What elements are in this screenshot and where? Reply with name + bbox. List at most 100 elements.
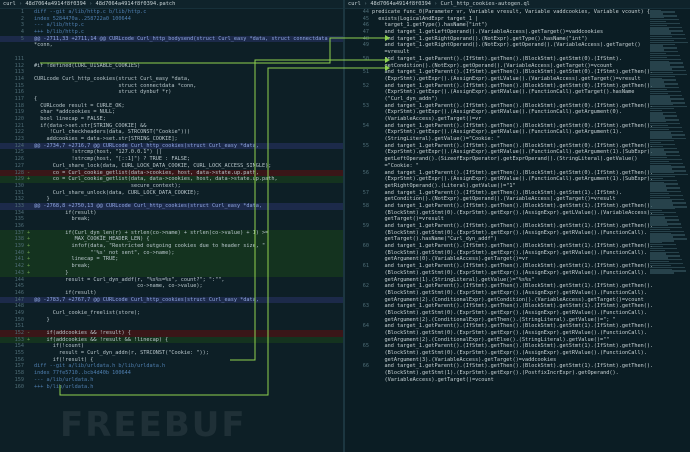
left-code-line[interactable] [0,49,343,56]
right-code-line[interactable]: 66 and target_1.getParent().(IfStmt).get… [345,363,690,370]
left-code-line[interactable]: 112 #if !defined(CURL_DISABLE_COOKIES) [0,63,343,70]
left-code-line[interactable]: 154 if(!count) [0,343,343,350]
right-code-line[interactable]: 60 and target_1.getParent().(IfStmt).get… [345,243,690,250]
left-code-line[interactable]: 139 + infof(data, "Restricted outgoing co… [0,243,343,250]
left-code-line[interactable]: 130 secure_context); [0,183,343,190]
right-code-line[interactable]: 51 and target_1.getParent().(IfStmt).get… [345,69,690,76]
left-code-line[interactable]: 115 struct connectdata *conn, [0,83,343,90]
right-code-line[interactable]: getRightOperand().(Literal).getValue()="… [345,183,690,190]
left-code-line[interactable]: 141 + linecap = TRUE; [0,256,343,264]
right-code-line[interactable]: 62 and target_1.getParent().(IfStmt).get… [345,283,690,290]
left-code-line[interactable]: 156 if(!result) { [0,357,343,364]
right-code-line[interactable]: 61 and target_1.getParent().(IfStmt).get… [345,263,690,270]
left-code-area[interactable]: 1 diff --git a/lib/http.c b/lib/http.c 2 in… [0,9,343,452]
right-code-line[interactable]: 65 and target_1.getParent().(IfStmt).get… [345,343,690,350]
right-code-line[interactable]: (BlockStmt).getStmt(0).(ExprStmt).getExp… [345,310,690,317]
right-code-line[interactable]: (BlockStmt).getStmt(0).(ExprStmt).getExp… [345,210,690,217]
left-code-line[interactable]: 134 if(result) [0,210,343,217]
left-code-line[interactable]: 155 result = Curl_dyn_addn(r, STRCONST("… [0,350,343,357]
right-code-line[interactable]: getTarget()=vresult [345,216,690,223]
right-code-line[interactable]: =vresult [345,49,690,56]
minimap[interactable] [650,9,688,452]
breadcrumb-item-0[interactable]: curl [3,1,16,7]
left-code-line[interactable]: 116 struct dynbuf *r) [0,89,343,96]
right-code-line[interactable]: 55 and target_1.getParent().(IfStmt).get… [345,143,690,150]
right-code-line[interactable]: (ExprStmt).getExpr().(AssignExpr).getRVa… [345,129,690,136]
left-code-line[interactable]: 153 + if(addcookies && !result && !lineca… [0,336,343,344]
left-code-line[interactable]: 138 + MAX_COOKIE_HEADER_LEN) { [0,236,343,244]
left-code-line[interactable]: 2 index 5284470a..258722a0 100644 [0,16,343,23]
right-code-line[interactable]: 44 predicate func_0(Parameter vr, Variabl… [345,9,690,16]
right-code-line[interactable]: 46 target_1.getType().hasName("int") [345,22,690,29]
left-code-line[interactable]: 132 } [0,196,343,203]
right-code-line[interactable]: getArgument(2).(ConditionalExpr).getThen… [345,317,690,324]
left-code-line[interactable]: 148 [0,303,343,310]
right-code-line[interactable]: (BlockStmt).getStmt(0).(ExprStmt).getExp… [345,330,690,337]
left-code-line[interactable]: 5 @@ -2711,33 +2711,14 @@ CURLcode Curl_h… [0,35,343,43]
right-code-line[interactable]: (VariableAccess).getTarget()=vr [345,116,690,123]
right-code-line[interactable]: 56 and target_1.getParent().(IfStmt).get… [345,170,690,177]
right-code-line[interactable]: getArgument(2).(ConditionalExpr).getElse… [345,337,690,344]
left-code-line[interactable]: 145 co->name, co->value); [0,283,343,290]
right-code-line[interactable]: 59 and target_1.getParent().(IfStmt).get… [345,223,690,230]
right-code-line[interactable]: (BlockStmt).getStmt(0).(ExprStmt).getExp… [345,250,690,257]
right-code-line[interactable]: (ExprStmt).getExpr().(AssignExpr).getRVa… [345,149,690,156]
right-code-line[interactable]: getTarget().hasName("Curl_dyn_addf") [345,236,690,243]
right-code-line[interactable]: getCondition().(NotExpr).getOperand().(V… [345,63,690,70]
right-code-line[interactable]: getLeftOperand().(SizeofExprOperator).ge… [345,156,690,163]
left-code-line[interactable]: 159 --- a/lib/urldata.h [0,377,343,384]
breadcrumb-item-2[interactable]: 48d7064a4914f8f0394.patch [96,1,176,7]
left-code-line[interactable]: 131 Curl_share_unlock(data, CURL_LOCK_DA… [0,190,343,197]
left-code-line[interactable]: 150 } [0,317,343,324]
breadcrumb-item-2[interactable]: Curl_http_cookies-autogen.ql [441,1,530,7]
left-code-line[interactable]: 147 @@ -2783,7 +2767,7 @@ CURLcode Curl_h… [0,296,343,304]
left-code-line[interactable]: 133 @@ -2768,8 +2750,13 @@ CURLcode Curl_… [0,202,343,210]
left-code-line[interactable]: 135 break; [0,216,343,223]
left-code-line[interactable]: 136 [0,223,343,230]
right-code-line[interactable]: (ExprStmt).getExpr().(AssignExpr).getRVa… [345,109,690,116]
left-code-line[interactable]: 113 [0,69,343,76]
left-code-line[interactable]: *conn, [0,42,343,49]
left-code-line[interactable]: 152- if(addcookies && !result) { [0,330,343,337]
right-code-line[interactable]: (BlockStmt).getStmt(1).(ExprStmt).getExp… [345,370,690,377]
right-code-line[interactable]: ="Cookie: " [345,163,690,170]
left-code-line[interactable]: 3 --- a/lib/http.c [0,22,343,29]
breadcrumb-item-0[interactable]: curl [348,1,361,7]
left-code-line[interactable]: 124 @@ -2734,7 +2716,7 @@ CURLcode Curl_h… [0,142,343,150]
left-code-line[interactable]: 119 char *addcookies = NULL; [0,109,343,116]
left-code-line[interactable]: 158 index 77fe5710..bcb4d40b 100644 [0,370,343,377]
left-code-line[interactable]: 137 + if(Curl_dyn_len(r) + strlen(co->nam… [0,229,343,237]
left-code-line[interactable]: 129 + co = Curl_cookie_getlist(data, data… [0,176,343,183]
right-code-line[interactable]: (BlockStmt).getStmt(0).(ExprStmt).getExp… [345,290,690,297]
left-code-line[interactable]: 160 +++ b/lib/urldata.h [0,384,343,391]
left-code-line[interactable]: 1 diff --git a/lib/http.c b/lib/http.c [0,9,343,16]
right-code-line[interactable]: 47 and target_1.getLeftOperand().(Variab… [345,29,690,36]
left-code-line[interactable]: 118 CURLcode result = CURLE_OK; [0,103,343,110]
right-code-line[interactable]: 49 and target_1.getRightOperand().(NotEx… [345,42,690,49]
left-code-line[interactable]: 127 Curl_share_lock(data, CURL_LOCK_DATA… [0,163,343,170]
right-code-line[interactable]: (ExprStmt).getExpr().(AssignExpr).getRVa… [345,89,690,96]
left-code-line[interactable]: 121 if(data->set.str[STRING_COOKIE] && [0,123,343,130]
left-code-line[interactable]: 144 result = Curl_dyn_addf(r, "%s%s=%s",… [0,277,343,284]
left-code-line[interactable]: 157 diff --git a/lib/urldata.h b/lib/urld… [0,363,343,370]
right-code-line[interactable]: 53 and target_1.getParent().(IfStmt).get… [345,103,690,110]
left-code-line[interactable]: 146 if(result) [0,290,343,297]
right-code-line[interactable]: getArgument(3).(VariableAccess).getTarge… [345,357,690,364]
right-code-line[interactable]: (BlockStmt).getStmt(0).(ExprStmt).getExp… [345,350,690,357]
right-code-line[interactable]: getArgument(0).(VariableAccess).getTarge… [345,256,690,263]
left-code-line[interactable]: 120 bool linecap = FALSE; [0,116,343,123]
right-code-line[interactable]: (VariableAccess).getTarget()=vcount [345,377,690,384]
right-code-line[interactable]: (BlockStmt).getStmt(0).(ExprStmt).getExp… [345,230,690,237]
right-code-line[interactable]: 54 and target_1.getParent().(IfStmt).get… [345,123,690,130]
left-code-line[interactable]: 4 +++ b/lib/http.c [0,29,343,36]
right-code-line[interactable]: ("Curl_dyn_addn") [345,96,690,103]
left-code-line[interactable]: 143 + } [0,269,343,277]
left-code-line[interactable]: 122 !Curl_checkheaders(data, STRCONST("C… [0,129,343,136]
right-code-line[interactable]: 48 and target_1.getRightOperand().(NotEx… [345,36,690,43]
right-code-line[interactable]: 64 and target_1.getParent().(IfStmt).get… [345,323,690,330]
left-code-line[interactable]: 123 addcookies = data->set.str[STRING_CO… [0,136,343,143]
left-editor-pane[interactable]: curl › 48d7064a4914f8f0394 › 48d7064a491… [0,0,343,452]
breadcrumb-item-1[interactable]: 48d7064a4914f8f0394 [25,1,86,7]
right-code-line[interactable]: (ExprStmt).getExpr().(AssignExpr).getLVa… [345,76,690,83]
right-code-line[interactable]: 57 and target_1.getParent().(IfStmt).get… [345,190,690,197]
